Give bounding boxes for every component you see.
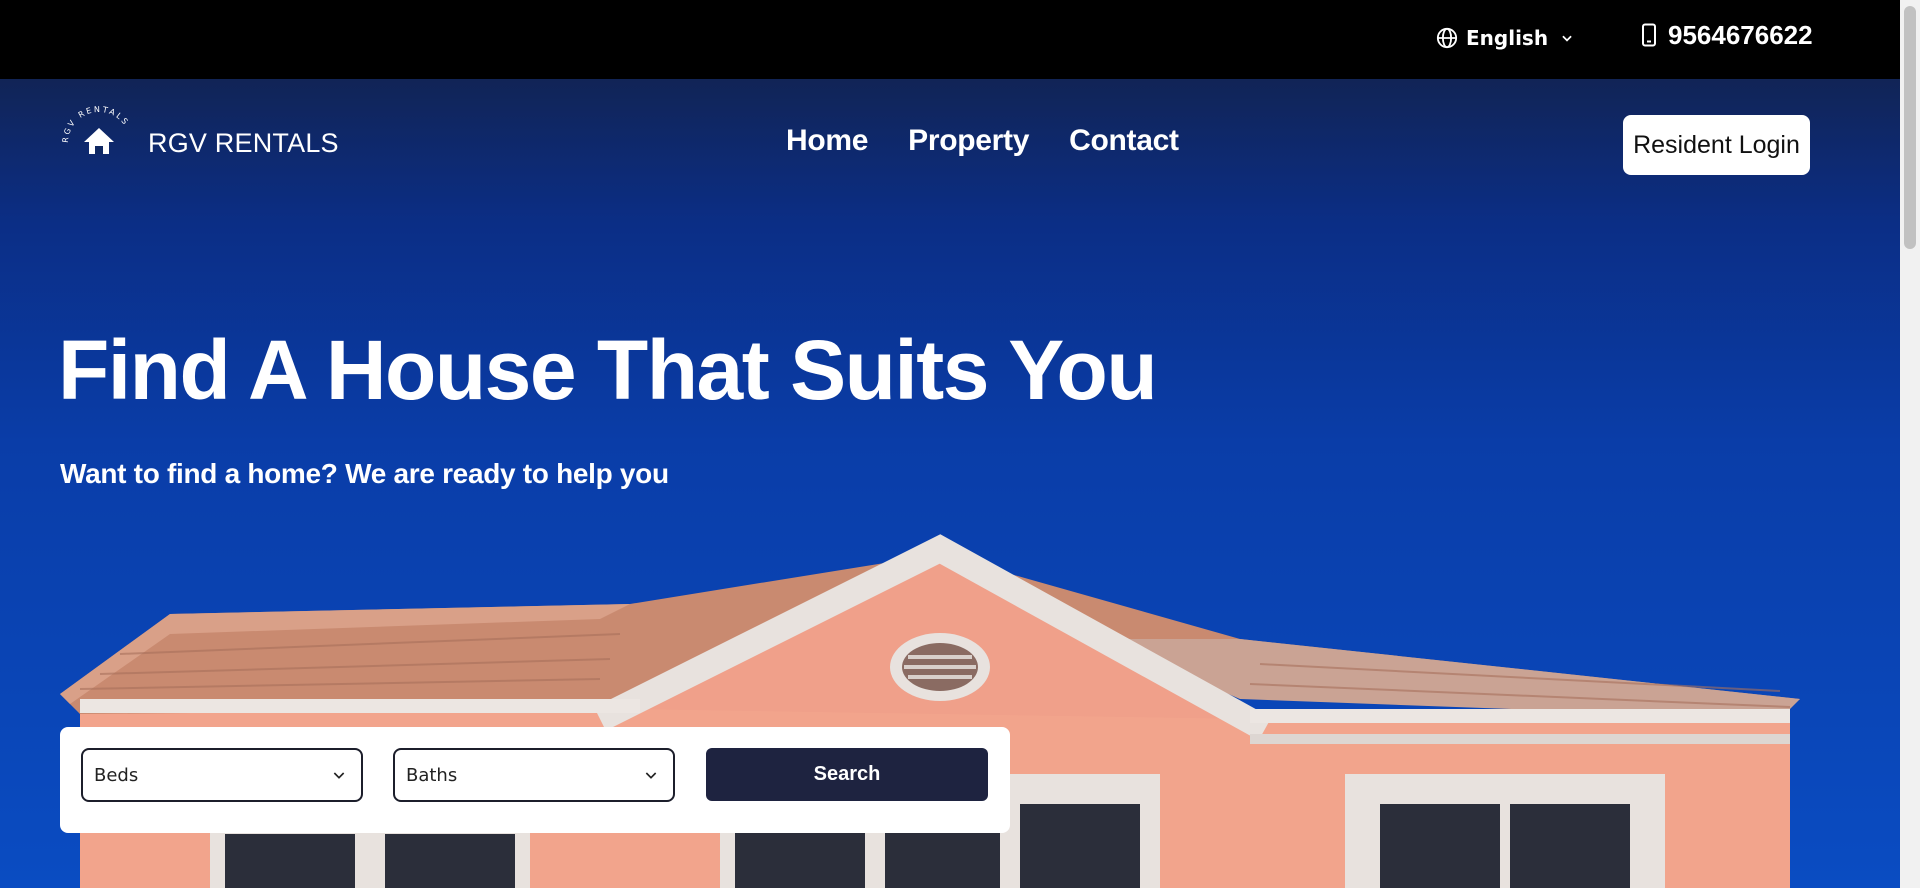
page-scrollbar[interactable] bbox=[1900, 0, 1920, 888]
nav-property[interactable]: Property bbox=[908, 124, 1029, 158]
language-selector[interactable]: English bbox=[1436, 24, 1574, 52]
top-bar: English 9564676622 bbox=[0, 0, 1900, 79]
nav-home[interactable]: Home bbox=[786, 124, 868, 158]
search-button[interactable]: Search bbox=[706, 748, 988, 801]
globe-icon bbox=[1436, 27, 1458, 49]
scrollbar-thumb[interactable] bbox=[1904, 6, 1916, 249]
baths-select[interactable]: Baths bbox=[393, 748, 675, 802]
baths-select-label: Baths bbox=[406, 764, 458, 786]
mobile-phone-icon bbox=[1642, 23, 1656, 47]
chevron-down-icon bbox=[333, 772, 345, 779]
resident-login-button[interactable]: Resident Login bbox=[1623, 115, 1810, 175]
chevron-down-icon bbox=[1562, 35, 1572, 42]
phone-number: 9564676622 bbox=[1668, 19, 1813, 50]
house-icon: RGV RENTALS bbox=[61, 105, 129, 154]
beds-select-label: Beds bbox=[94, 764, 139, 786]
logo-text: RGV RENTALS bbox=[148, 127, 339, 158]
language-label: English bbox=[1466, 26, 1549, 50]
beds-select[interactable]: Beds bbox=[81, 748, 363, 802]
main-nav: Home Property Contact bbox=[786, 124, 1179, 158]
site-logo[interactable]: RGV RENTALS RGV RENTALS bbox=[60, 104, 339, 182]
hero-subtitle: Want to find a home? We are ready to hel… bbox=[60, 458, 669, 489]
phone-contact[interactable]: 9564676622 bbox=[1640, 18, 1813, 52]
chevron-down-icon bbox=[645, 772, 657, 779]
search-panel: Beds Baths Search bbox=[60, 727, 1010, 833]
hero-title: Find A House That Suits You bbox=[58, 323, 1158, 417]
nav-contact[interactable]: Contact bbox=[1069, 124, 1179, 158]
